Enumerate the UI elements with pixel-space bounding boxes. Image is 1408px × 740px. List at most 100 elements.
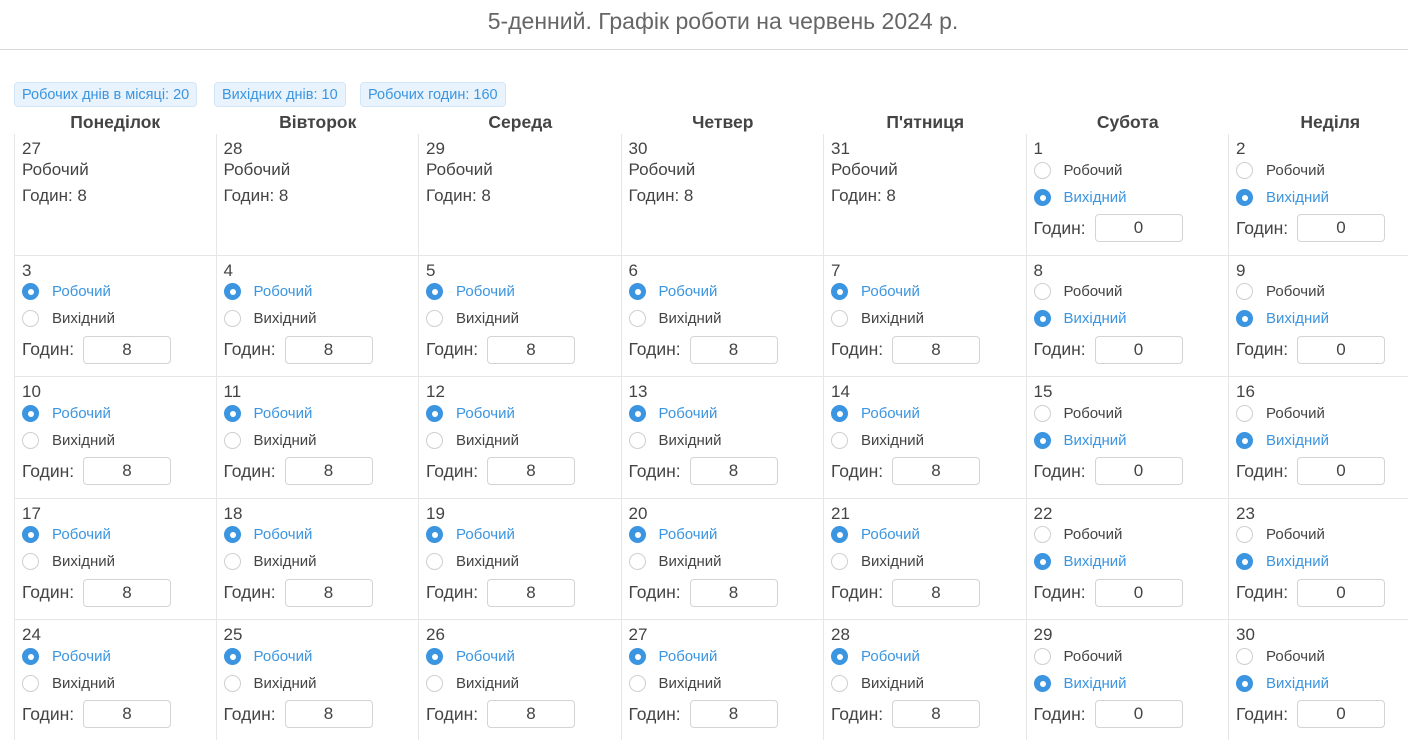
- hours-input[interactable]: [1297, 335, 1385, 364]
- radio-circle-icon[interactable]: [1033, 526, 1051, 543]
- hours-input[interactable]: [1094, 457, 1183, 485]
- radio-circle-icon[interactable]: [1236, 283, 1253, 300]
- radio-circle-icon[interactable]: [22, 404, 39, 422]
- radio-working[interactable]: Робочий: [22, 403, 111, 423]
- radio-day-off[interactable]: Вихідний: [1236, 552, 1329, 572]
- radio-day-off[interactable]: Вихідний: [223, 673, 317, 693]
- radio-circle-icon[interactable]: [831, 283, 848, 300]
- radio-circle-icon[interactable]: [22, 526, 39, 543]
- radio-circle-icon[interactable]: [1033, 674, 1051, 692]
- radio-working[interactable]: Робочий: [831, 646, 920, 666]
- radio-circle-icon[interactable]: [831, 310, 848, 327]
- radio-day-off[interactable]: Вихідний: [223, 552, 317, 572]
- hours-input[interactable]: [284, 578, 373, 607]
- radio-working[interactable]: Робочий: [22, 525, 111, 545]
- radio-circle-icon[interactable]: [1236, 188, 1253, 206]
- radio-working[interactable]: Робочий: [426, 525, 515, 545]
- radio-working[interactable]: Робочий: [22, 646, 111, 666]
- radio-day-off[interactable]: Вихідний: [628, 309, 722, 329]
- hours-input[interactable]: [892, 457, 980, 485]
- radio-circle-icon[interactable]: [1236, 674, 1253, 692]
- radio-day-off[interactable]: Вихідний: [426, 430, 519, 450]
- radio-circle-icon[interactable]: [1033, 188, 1051, 206]
- radio-day-off[interactable]: Вихідний: [1033, 673, 1127, 693]
- radio-day-off[interactable]: Вихідний: [1033, 309, 1127, 329]
- radio-circle-icon[interactable]: [831, 526, 848, 543]
- radio-circle-icon[interactable]: [22, 647, 39, 665]
- radio-circle-icon[interactable]: [223, 404, 241, 422]
- radio-circle-icon[interactable]: [426, 553, 443, 570]
- radio-day-off[interactable]: Вихідний: [223, 430, 317, 450]
- radio-circle-icon[interactable]: [1033, 404, 1051, 422]
- radio-working[interactable]: Робочий: [1236, 525, 1325, 545]
- hours-input[interactable]: [487, 578, 575, 607]
- radio-day-off[interactable]: Вихідний: [831, 309, 924, 329]
- radio-working[interactable]: Робочий: [22, 282, 111, 302]
- radio-day-off[interactable]: Вихідний: [831, 673, 924, 693]
- radio-day-off[interactable]: Вихідний: [1236, 187, 1329, 207]
- radio-circle-icon[interactable]: [1236, 161, 1253, 179]
- radio-circle-icon[interactable]: [628, 526, 646, 543]
- radio-day-off[interactable]: Вихідний: [831, 552, 924, 572]
- radio-day-off[interactable]: Вихідний: [1033, 187, 1127, 207]
- radio-working[interactable]: Робочий: [628, 403, 717, 423]
- radio-day-off[interactable]: Вихідний: [22, 430, 115, 450]
- radio-circle-icon[interactable]: [628, 647, 646, 665]
- radio-circle-icon[interactable]: [628, 283, 646, 300]
- radio-circle-icon[interactable]: [1033, 161, 1051, 179]
- radio-working[interactable]: Робочий: [1236, 403, 1325, 423]
- radio-working[interactable]: Робочий: [426, 646, 515, 666]
- radio-working[interactable]: Робочий: [628, 646, 717, 666]
- hours-input[interactable]: [1297, 457, 1385, 485]
- radio-day-off[interactable]: Вихідний: [1236, 309, 1329, 329]
- hours-input[interactable]: [83, 578, 171, 607]
- hours-input[interactable]: [1297, 214, 1385, 242]
- radio-working[interactable]: Робочий: [1033, 646, 1122, 666]
- hours-input[interactable]: [83, 700, 171, 728]
- radio-working[interactable]: Робочий: [628, 525, 717, 545]
- hours-input[interactable]: [1297, 700, 1385, 728]
- radio-day-off[interactable]: Вихідний: [628, 673, 722, 693]
- radio-circle-icon[interactable]: [1236, 310, 1253, 327]
- radio-working[interactable]: Робочий: [1236, 160, 1325, 180]
- radio-circle-icon[interactable]: [831, 647, 848, 665]
- hours-input[interactable]: [689, 578, 778, 607]
- radio-circle-icon[interactable]: [223, 310, 241, 327]
- radio-working[interactable]: Робочий: [426, 282, 515, 302]
- hours-input[interactable]: [284, 335, 373, 364]
- radio-working[interactable]: Робочий: [223, 282, 312, 302]
- radio-circle-icon[interactable]: [426, 283, 443, 300]
- radio-day-off[interactable]: Вихідний: [22, 673, 115, 693]
- radio-circle-icon[interactable]: [831, 553, 848, 570]
- radio-working[interactable]: Робочий: [1033, 403, 1122, 423]
- radio-circle-icon[interactable]: [628, 553, 646, 570]
- radio-day-off[interactable]: Вихідний: [426, 552, 519, 572]
- hours-input[interactable]: [892, 578, 980, 607]
- radio-circle-icon[interactable]: [1033, 310, 1051, 327]
- hours-input[interactable]: [1094, 700, 1183, 728]
- radio-circle-icon[interactable]: [223, 674, 241, 692]
- radio-day-off[interactable]: Вихідний: [426, 309, 519, 329]
- radio-day-off[interactable]: Вихідний: [22, 309, 115, 329]
- hours-input[interactable]: [689, 700, 778, 728]
- radio-circle-icon[interactable]: [223, 431, 241, 449]
- radio-circle-icon[interactable]: [831, 431, 848, 449]
- radio-circle-icon[interactable]: [1033, 553, 1051, 570]
- radio-circle-icon[interactable]: [1033, 647, 1051, 665]
- hours-input[interactable]: [487, 700, 575, 728]
- radio-working[interactable]: Робочий: [223, 525, 312, 545]
- radio-working[interactable]: Робочий: [1033, 160, 1122, 180]
- radio-circle-icon[interactable]: [628, 310, 646, 327]
- radio-circle-icon[interactable]: [628, 674, 646, 692]
- radio-working[interactable]: Робочий: [426, 403, 515, 423]
- hours-input[interactable]: [892, 700, 980, 728]
- radio-circle-icon[interactable]: [223, 526, 241, 543]
- radio-circle-icon[interactable]: [831, 674, 848, 692]
- radio-day-off[interactable]: Вихідний: [1033, 430, 1127, 450]
- radio-circle-icon[interactable]: [1033, 283, 1051, 300]
- hours-input[interactable]: [487, 335, 575, 364]
- radio-circle-icon[interactable]: [223, 647, 241, 665]
- radio-day-off[interactable]: Вихідний: [223, 309, 317, 329]
- hours-input[interactable]: [284, 700, 373, 728]
- hours-input[interactable]: [1094, 335, 1183, 364]
